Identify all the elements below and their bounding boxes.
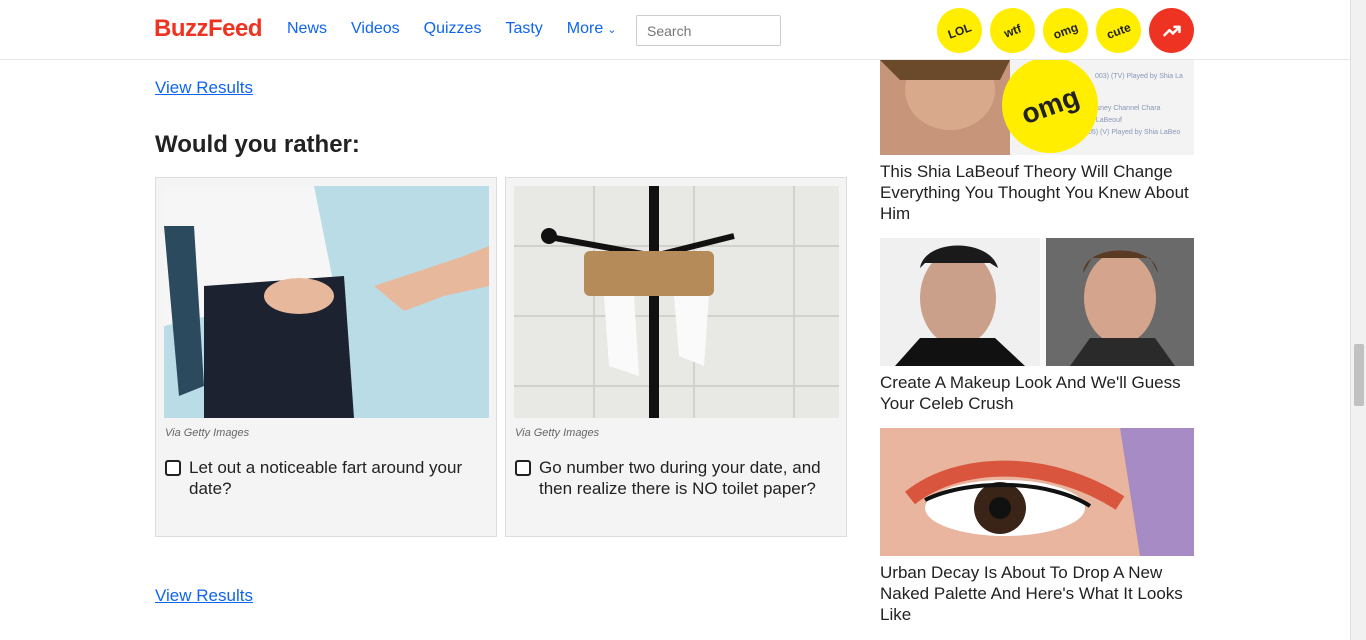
chevron-down-icon: ⌄ [607, 24, 617, 36]
trending-icon [1162, 25, 1181, 36]
sidebar-item-makeup-celeb[interactable]: Create A Makeup Look And We'll Guess You… [880, 238, 1194, 414]
sidebar-item-title[interactable]: This Shia LaBeouf Theory Will Change Eve… [880, 161, 1194, 224]
nav-news[interactable]: News [287, 20, 327, 38]
sidebar-image-shia: 003) (TV) Played by Shia La Disney Chann… [880, 60, 1194, 155]
badge-omg[interactable]: omg [1036, 1, 1095, 60]
scrollbar-thumb[interactable] [1354, 344, 1364, 406]
sidebar-image-eye [880, 428, 1194, 556]
svg-text:003) (TV) Played by Shia La: 003) (TV) Played by Shia La [1095, 73, 1183, 80]
option-label[interactable]: Let out a noticeable fart around your da… [189, 457, 479, 499]
view-results-link-bottom[interactable]: View Results [155, 586, 253, 606]
nav-videos[interactable]: Videos [351, 20, 400, 38]
sidebar-item-title[interactable]: Create A Makeup Look And We'll Guess You… [880, 372, 1194, 414]
nav-more[interactable]: More ⌄ [567, 20, 617, 38]
option-label[interactable]: Go number two during your date, and then… [539, 457, 829, 499]
search-input[interactable] [636, 15, 781, 46]
nav-more-label: More [566, 20, 604, 37]
main-nav: News Videos Quizzes Tasty More ⌄ [287, 20, 640, 38]
badge-wtf[interactable]: wtf [983, 1, 1042, 60]
image-credit: Via Getty Images [515, 427, 600, 439]
reaction-badges: LOL wtf omg cute [930, 1, 1194, 60]
nav-quizzes[interactable]: Quizzes [424, 20, 482, 38]
site-header: BuzzFeed News Videos Quizzes Tasty More ⌄… [0, 0, 1350, 60]
svg-text:Disney Channel Chara: Disney Channel Chara [1090, 105, 1161, 112]
option-image-toilet-paper [514, 186, 839, 418]
image-credit: Via Getty Images [165, 427, 250, 439]
question-heading: Would you rather: [155, 131, 360, 158]
svg-text:05) (V) Played by Shia LaBeo: 05) (V) Played by Shia LaBeo [1088, 129, 1180, 136]
badge-cute[interactable]: cute [1089, 1, 1148, 60]
checkbox[interactable] [165, 460, 181, 476]
sidebar-item-title[interactable]: Urban Decay Is About To Drop A New Naked… [880, 562, 1194, 625]
checkbox[interactable] [515, 460, 531, 476]
trending-button[interactable] [1149, 8, 1194, 53]
page-scrollbar[interactable] [1350, 0, 1366, 640]
badge-lol[interactable]: LOL [930, 1, 989, 60]
sidebar-item-shia[interactable]: 003) (TV) Played by Shia La Disney Chann… [880, 60, 1194, 224]
nav-tasty[interactable]: Tasty [505, 20, 542, 38]
sidebar-image-celebs [880, 238, 1194, 366]
option-image-fart [164, 186, 489, 418]
answer-option-no-toilet-paper[interactable]: Via Getty Images Go number two during yo… [505, 177, 847, 537]
view-results-link[interactable]: View Results [155, 78, 253, 98]
sidebar-item-urban-decay[interactable]: Urban Decay Is About To Drop A New Naked… [880, 428, 1194, 625]
answer-option-fart[interactable]: Via Getty Images Let out a noticeable fa… [155, 177, 497, 537]
buzzfeed-logo[interactable]: BuzzFeed [154, 15, 263, 43]
